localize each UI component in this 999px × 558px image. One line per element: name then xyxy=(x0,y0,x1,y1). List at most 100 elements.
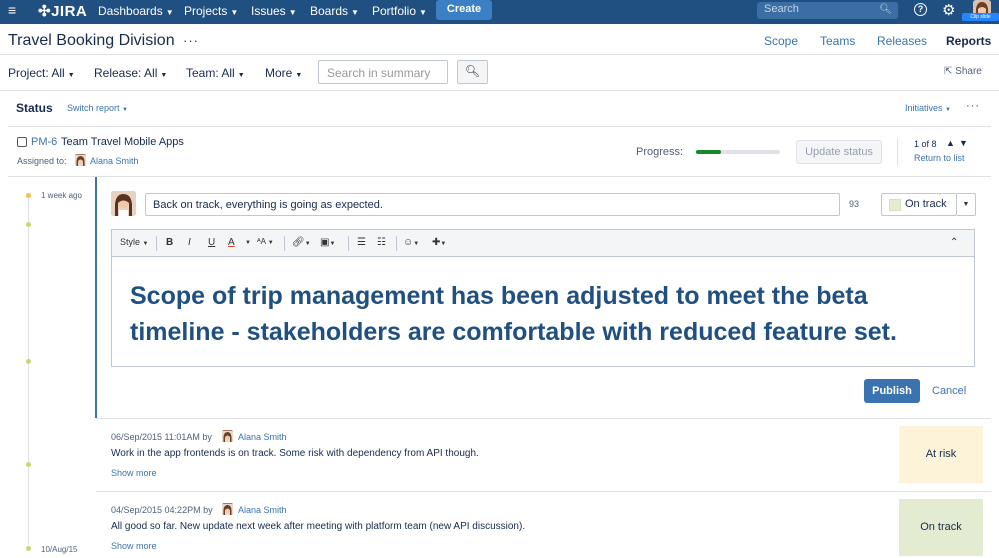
timeline-dot[interactable] xyxy=(26,546,31,551)
assignee-avatar xyxy=(75,154,86,166)
assigned-label: Assigned to: xyxy=(17,156,67,166)
status-heading: Status xyxy=(16,101,53,115)
character-count: 93 xyxy=(849,199,860,209)
toolbar-separator xyxy=(284,236,285,251)
switch-report-link[interactable]: Switch report ▼ xyxy=(67,103,128,113)
history-text: All good so far. New update next week af… xyxy=(111,521,526,532)
tab-scope[interactable]: Scope xyxy=(764,34,798,48)
active-entry-indicator xyxy=(95,177,97,418)
menu-icon[interactable]: ≡ xyxy=(8,2,16,18)
toolbar-separator xyxy=(396,236,397,251)
jira-logo[interactable]: ✣JIRA xyxy=(38,2,87,20)
bold-button[interactable]: B xyxy=(166,237,173,248)
status-badge: On track xyxy=(899,499,983,556)
divider xyxy=(0,90,999,91)
search-placeholder: Search xyxy=(764,3,799,15)
more-options-icon[interactable]: ··· xyxy=(183,33,199,48)
return-to-list-link[interactable]: Return to list xyxy=(914,153,965,163)
tab-reports[interactable]: Reports xyxy=(946,34,991,48)
pager-text: 1 of 8 xyxy=(914,139,937,149)
initiatives-dropdown[interactable]: Initiatives ▼ xyxy=(905,103,951,113)
project-filter[interactable]: Project: All ▼ xyxy=(8,66,75,80)
current-user-avatar xyxy=(111,191,136,216)
toolbar-separator xyxy=(156,236,157,251)
search-button[interactable]: 🔍︎ xyxy=(457,60,488,84)
progress-label: Progress: xyxy=(636,146,684,158)
show-more-link[interactable]: Show more xyxy=(111,541,157,551)
tab-releases[interactable]: Releases xyxy=(877,34,927,48)
show-more-link[interactable]: Show more xyxy=(111,468,157,478)
clip-slide-badge[interactable]: Clip slide xyxy=(962,13,999,21)
timeline-dot[interactable] xyxy=(26,222,31,227)
attachment-icon[interactable]: ▣▼ xyxy=(320,237,335,248)
timeline-dot[interactable] xyxy=(26,359,31,364)
nav-item-issues[interactable]: Issues ▼ xyxy=(251,4,297,18)
global-search-input[interactable]: Search 🔍︎ xyxy=(757,2,898,19)
text-color-button[interactable]: A xyxy=(228,237,235,248)
initiative-icon xyxy=(17,137,27,147)
author-avatar xyxy=(222,503,233,515)
nav-item-boards[interactable]: Boards ▼ xyxy=(310,4,359,18)
summary-search-input[interactable]: Search in summary xyxy=(318,60,448,84)
status-dropdown[interactable]: On track xyxy=(881,193,957,216)
team-filter[interactable]: Team: All ▼ xyxy=(186,66,245,80)
author-avatar xyxy=(222,430,233,442)
create-button[interactable]: Create xyxy=(436,0,492,20)
page-title: Travel Booking Division xyxy=(8,32,175,49)
divider xyxy=(0,54,999,55)
issue-title: Team Travel Mobile Apps xyxy=(61,136,184,148)
author-link[interactable]: Alana Smith xyxy=(238,432,287,442)
chevron-down-icon: ▼ xyxy=(351,8,359,17)
bullet-list-icon[interactable]: ☰ xyxy=(357,237,366,248)
share-button[interactable]: ⇱ Share xyxy=(944,66,982,77)
chevron-down-icon: ▼ xyxy=(160,72,168,79)
divider xyxy=(897,138,898,166)
timeline-date-bottom: 10/Aug/15 xyxy=(41,545,78,554)
top-navigation-bar: ≡ ✣JIRA Dashboards ▼ Projects ▼ Issues ▼ Bo… xyxy=(0,0,999,24)
history-text: Work in the app frontends is on track. S… xyxy=(111,448,479,459)
chevron-down-icon: ▼ xyxy=(122,107,128,113)
search-icon: 🔍︎ xyxy=(879,4,892,15)
chevron-down-icon: ▼ xyxy=(67,72,75,79)
timeline-dot[interactable] xyxy=(26,193,31,198)
italic-button[interactable]: I xyxy=(188,237,191,248)
status-dropdown-toggle[interactable]: ▼ xyxy=(957,193,976,216)
update-status-button[interactable]: Update status xyxy=(796,140,882,164)
emoji-icon[interactable]: ☺▼ xyxy=(403,237,419,248)
help-icon[interactable]: ? xyxy=(914,3,927,16)
chevron-down-icon: ▼ xyxy=(288,8,297,17)
insert-more-icon[interactable]: ✚▼ xyxy=(432,237,446,248)
publish-button[interactable]: Publish xyxy=(864,379,920,403)
status-comment-input[interactable] xyxy=(145,193,840,216)
progress-fill xyxy=(696,150,722,154)
link-icon[interactable]: 🔗︎▼ xyxy=(292,237,311,248)
chevron-down-icon: ▼ xyxy=(962,201,970,208)
next-arrow-icon[interactable]: ▼ xyxy=(959,138,968,148)
history-meta: 04/Sep/2015 04:22PM by xyxy=(111,505,213,515)
nav-item-projects[interactable]: Projects ▼ xyxy=(184,4,238,18)
numbered-list-icon[interactable]: ☷ xyxy=(377,237,386,248)
gear-icon[interactable]: ⚙ xyxy=(942,1,955,19)
assignee-link[interactable]: Alana Smith xyxy=(90,156,139,166)
release-filter[interactable]: Release: All ▼ xyxy=(94,66,167,80)
collapse-toolbar-icon[interactable]: ⌃ xyxy=(950,237,958,248)
text-size-button[interactable]: ᴬA ▼ xyxy=(257,237,274,246)
nav-item-dashboards[interactable]: Dashboards ▼ xyxy=(98,4,174,18)
cancel-button[interactable]: Cancel xyxy=(932,385,966,397)
timeline-dot[interactable] xyxy=(26,462,31,467)
underline-button[interactable]: U xyxy=(208,237,215,248)
previous-arrow-icon[interactable]: ▲ xyxy=(946,138,955,148)
chevron-down-icon[interactable]: ▼ xyxy=(245,240,251,246)
tab-teams[interactable]: Teams xyxy=(820,34,855,48)
chevron-down-icon: ▼ xyxy=(230,8,239,17)
more-filter[interactable]: More ▼ xyxy=(265,66,302,80)
divider xyxy=(96,418,991,419)
editor-content[interactable]: Scope of trip management has been adjust… xyxy=(130,278,960,350)
nav-item-portfolio[interactable]: Portfolio ▼ xyxy=(372,4,427,18)
status-badge: At risk xyxy=(899,426,983,483)
author-link[interactable]: Alana Smith xyxy=(238,505,287,515)
issue-key-link[interactable]: PM-6 xyxy=(31,136,57,148)
style-dropdown[interactable]: Style ▼ xyxy=(120,237,148,247)
more-options-icon[interactable]: ··· xyxy=(966,100,980,112)
share-icon: ⇱ xyxy=(944,66,953,77)
